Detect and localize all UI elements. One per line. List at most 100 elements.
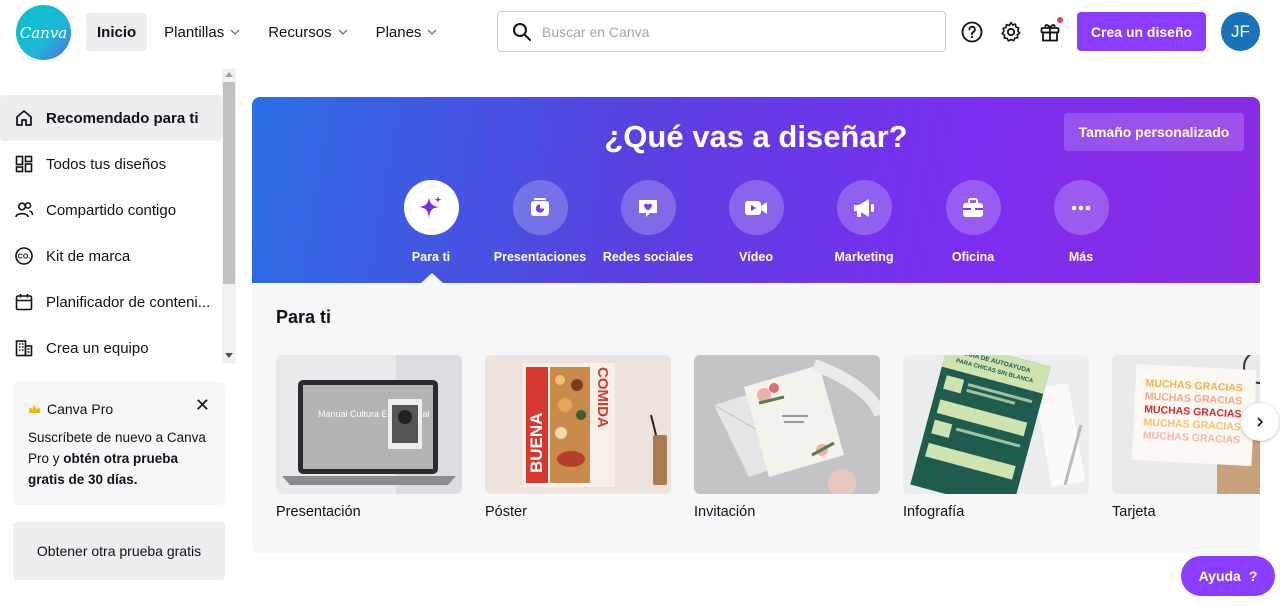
- chevron-down-icon: [338, 29, 348, 35]
- template-card-tarjeta[interactable]: MUCHAS GRACIAS MUCHAS GRACIAS MUCHAS GRA…: [1112, 355, 1260, 520]
- nav-item-label: Inicio: [97, 23, 137, 41]
- gift-icon[interactable]: [1038, 20, 1062, 44]
- megaphone-icon: [854, 198, 874, 217]
- close-icon[interactable]: ✕: [195, 395, 210, 416]
- category-marketing[interactable]: Marketing: [809, 180, 919, 264]
- pro-card-text: Suscríbete de nuevo a Canva Pro y obtén …: [28, 430, 206, 487]
- get-trial-button[interactable]: Obtener otra prueba gratis: [13, 522, 225, 580]
- poster-thumbnail: BUENA COMIDA: [485, 355, 671, 494]
- sidebar-item-planificador[interactable]: Planificador de conteni...: [0, 279, 222, 325]
- template-card-label: Tarjeta: [1112, 504, 1156, 520]
- custom-size-button[interactable]: Tamaño personalizado: [1064, 113, 1244, 151]
- building-icon: [15, 340, 33, 357]
- create-design-button[interactable]: Crea un diseño: [1077, 12, 1206, 51]
- scroll-down-arrow[interactable]: [225, 353, 233, 358]
- category-label: Presentaciones: [493, 250, 587, 264]
- sidebar-item-equipo[interactable]: Crea un equipo: [0, 325, 222, 371]
- template-card-infografia[interactable]: GUÍA DE AUTOAYUDA PARA CHICAS SIN BLANCA…: [903, 355, 1089, 520]
- sidebar-item-compartido[interactable]: Compartido contigo: [0, 187, 222, 233]
- svg-text:BUENA: BUENA: [527, 413, 546, 473]
- scrollbar-thumb[interactable]: [223, 82, 235, 284]
- template-card-label: Presentación: [276, 504, 361, 520]
- template-thumbnail: BUENA COMIDA: [485, 355, 671, 494]
- template-thumbnail: Manual Cultura Empresarial: [276, 355, 462, 494]
- nav-item-label: Planes: [375, 23, 422, 41]
- svg-text:CO.: CO.: [18, 254, 31, 261]
- chevron-down-icon: [427, 29, 437, 35]
- main-nav: Inicio Plantillas Recursos Planes: [86, 13, 448, 51]
- template-card-invitacion[interactable]: Invitación: [694, 355, 880, 520]
- sidebar: Recomendado para ti Todos tus diseños Co…: [0, 68, 237, 607]
- sidebar-item-todos[interactable]: Todos tus diseños: [0, 141, 222, 187]
- canva-logo[interactable]: Canva: [16, 5, 71, 60]
- category-label: Oficina: [951, 250, 995, 264]
- home-icon: [16, 110, 32, 126]
- category-label: Para ti: [411, 250, 451, 264]
- main-panel: ¿Qué vas a diseñar? Tamaño personalizado…: [252, 97, 1260, 554]
- top-bar: Canva Inicio Plantillas Recursos Planes …: [0, 0, 1280, 64]
- calendar-icon: [15, 294, 33, 311]
- sidebar-item-label: Kit de marca: [46, 247, 131, 265]
- template-thumbnail: GUÍA DE AUTOAYUDA PARA CHICAS SIN BLANCA: [903, 355, 1089, 494]
- nav-item-inicio[interactable]: Inicio: [86, 13, 148, 51]
- heart-chat-icon: [639, 199, 657, 217]
- sidebar-item-recomendado[interactable]: Recomendado para ti: [0, 95, 222, 141]
- canva-pro-card: Canva Pro ✕ Suscríbete de nuevo a Canva …: [13, 381, 225, 505]
- category-label: Redes sociales: [602, 250, 694, 264]
- sidebar-item-label: Crea un equipo: [46, 339, 149, 357]
- invitation-thumbnail: [694, 355, 880, 494]
- people-icon: [15, 202, 34, 218]
- presentation-icon: [531, 197, 549, 216]
- search-icon: [513, 22, 531, 41]
- search-input[interactable]: [542, 23, 922, 40]
- scroll-up-arrow[interactable]: [225, 72, 233, 77]
- nav-item-recursos[interactable]: Recursos: [257, 13, 358, 51]
- category-redes-sociales[interactable]: Redes sociales: [593, 180, 703, 264]
- help-button[interactable]: Ayuda ?: [1181, 556, 1275, 596]
- category-mas[interactable]: Más: [1026, 180, 1136, 264]
- nav-item-planes[interactable]: Planes: [365, 13, 449, 51]
- template-card-poster[interactable]: BUENA COMIDA Póster: [485, 355, 671, 520]
- card-thumbnail: MUCHAS GRACIAS MUCHAS GRACIAS MUCHAS GRA…: [1112, 355, 1260, 494]
- category-row: Para ti Presentaciones Redes sociales Ví…: [252, 180, 1260, 264]
- sidebar-item-label: Planificador de conteni...: [46, 293, 211, 311]
- laptop-thumbnail: Manual Cultura Empresarial: [282, 355, 462, 494]
- avatar[interactable]: JF: [1221, 12, 1260, 51]
- infographic-thumbnail: GUÍA DE AUTOAYUDA PARA CHICAS SIN BLANCA: [903, 355, 1089, 494]
- chevron-right-icon: [1257, 417, 1264, 427]
- design-banner: ¿Qué vas a diseñar? Tamaño personalizado…: [252, 97, 1260, 283]
- category-presentaciones[interactable]: Presentaciones: [485, 180, 595, 264]
- template-card-label: Infografía: [903, 504, 965, 520]
- nav-item-label: Plantillas: [164, 23, 225, 41]
- active-category-pointer: [421, 273, 443, 283]
- category-oficina[interactable]: Oficina: [918, 180, 1028, 264]
- sidebar-scrollbar[interactable]: [222, 68, 236, 364]
- crown-icon: [29, 404, 40, 413]
- sidebar-item-label: Recomendado para ti: [46, 109, 199, 127]
- sparkle-icon: [419, 195, 442, 218]
- template-card-label: Invitación: [694, 504, 756, 520]
- sidebar-item-label: Todos tus diseños: [46, 155, 167, 173]
- question-icon: ?: [1248, 568, 1258, 584]
- template-carousel: Manual Cultura Empresarial Presentación …: [276, 355, 1260, 525]
- category-video[interactable]: Vídeo: [701, 180, 811, 264]
- nav-item-label: Recursos: [268, 23, 332, 41]
- briefcase-icon: [963, 197, 983, 217]
- carousel-next-button[interactable]: [1241, 403, 1279, 441]
- template-card-presentacion[interactable]: Manual Cultura Empresarial Presentación: [276, 355, 462, 520]
- grid-icon: [15, 155, 33, 173]
- gear-icon[interactable]: [999, 20, 1023, 44]
- help-icon[interactable]: [960, 20, 984, 44]
- category-label: Vídeo: [738, 250, 774, 264]
- search-box[interactable]: [497, 11, 946, 52]
- chevron-down-icon: [230, 29, 240, 35]
- category-para-ti[interactable]: Para ti: [376, 180, 486, 264]
- sidebar-item-kit-marca[interactable]: CO. Kit de marca: [0, 233, 222, 279]
- notification-dot: [1057, 17, 1063, 23]
- nav-item-plantillas[interactable]: Plantillas: [153, 13, 251, 51]
- more-icon: [1071, 205, 1091, 210]
- template-thumbnail: MUCHAS GRACIAS MUCHAS GRACIAS MUCHAS GRA…: [1112, 355, 1260, 494]
- category-label: Más: [1068, 250, 1094, 264]
- svg-text:COMIDA: COMIDA: [594, 367, 611, 428]
- sidebar-item-label: Compartido contigo: [46, 201, 177, 219]
